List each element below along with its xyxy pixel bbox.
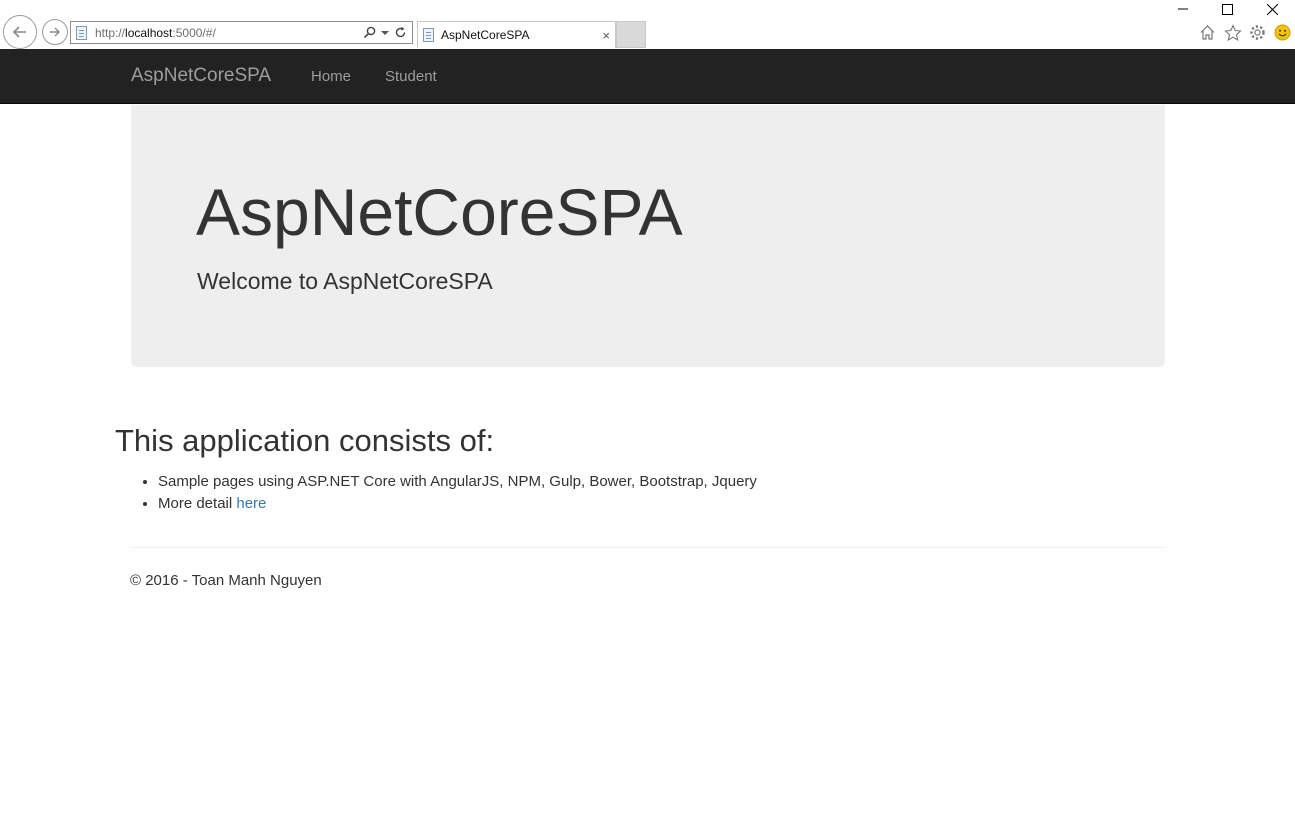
settings-button[interactable] bbox=[1248, 23, 1267, 42]
forward-button[interactable] bbox=[42, 19, 68, 45]
home-button[interactable] bbox=[1198, 23, 1217, 42]
tab-aspnetcorespa[interactable]: AspNetCoreSPA × bbox=[417, 21, 616, 48]
page-icon bbox=[76, 25, 87, 40]
smiley-icon bbox=[1274, 24, 1291, 41]
nav-item-student[interactable]: Student bbox=[385, 68, 437, 85]
tab-page-icon bbox=[423, 28, 434, 42]
address-bar[interactable]: http://localhost:5000/#/ bbox=[70, 21, 413, 44]
back-arrow-icon bbox=[12, 26, 26, 38]
browser-chrome: http://localhost:5000/#/ AspNetCoreSPA × bbox=[0, 0, 1295, 49]
url-text[interactable]: http://localhost:5000/#/ bbox=[95, 26, 363, 40]
feature-list: Sample pages using ASP.NET Core with Ang… bbox=[130, 471, 757, 515]
minimize-icon bbox=[1177, 8, 1188, 10]
nav-item-home[interactable]: Home bbox=[311, 68, 351, 85]
star-icon bbox=[1223, 23, 1242, 41]
dropdown-icon[interactable] bbox=[381, 29, 389, 37]
forward-arrow-icon bbox=[50, 27, 60, 37]
navbar: AspNetCoreSPA Home Student bbox=[0, 49, 1295, 104]
back-button[interactable] bbox=[3, 15, 37, 49]
list-item: More detail here bbox=[158, 493, 757, 515]
window-close-button[interactable] bbox=[1250, 0, 1295, 18]
jumbotron-title: AspNetCoreSPA bbox=[196, 175, 683, 249]
maximize-icon bbox=[1222, 3, 1233, 15]
footer-divider bbox=[131, 547, 1165, 548]
close-icon[interactable]: × bbox=[602, 28, 610, 43]
list-item: Sample pages using ASP.NET Core with Ang… bbox=[158, 471, 757, 493]
footer-copyright: © 2016 - Toan Manh Nguyen bbox=[130, 572, 322, 589]
maximize-button[interactable] bbox=[1205, 0, 1250, 18]
feedback-button[interactable] bbox=[1273, 23, 1292, 42]
more-detail-link[interactable]: here bbox=[236, 495, 266, 512]
gear-icon bbox=[1250, 25, 1265, 40]
section-heading: This application consists of: bbox=[115, 423, 495, 458]
search-icon[interactable] bbox=[363, 26, 376, 39]
home-icon bbox=[1200, 25, 1215, 40]
minimize-button[interactable] bbox=[1160, 0, 1205, 18]
refresh-icon[interactable] bbox=[394, 26, 407, 39]
favorites-button[interactable] bbox=[1223, 23, 1242, 42]
tab-title: AspNetCoreSPA bbox=[441, 28, 530, 42]
new-tab-button[interactable] bbox=[616, 21, 646, 48]
navbar-brand[interactable]: AspNetCoreSPA bbox=[131, 65, 271, 87]
window-close-icon bbox=[1267, 3, 1278, 15]
jumbotron-subtitle: Welcome to AspNetCoreSPA bbox=[197, 268, 493, 294]
jumbotron: AspNetCoreSPA Welcome to AspNetCoreSPA bbox=[131, 105, 1165, 367]
